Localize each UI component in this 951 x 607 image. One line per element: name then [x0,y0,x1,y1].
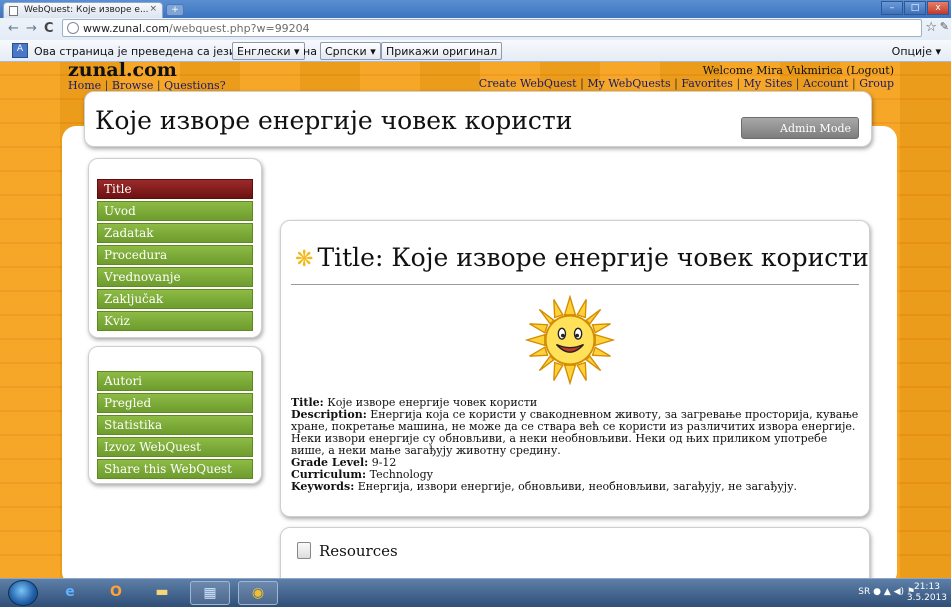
document-icon [297,542,311,559]
nav-separator: | [736,77,741,90]
section-menu: Title Uvod Zadatak Procedura Vrednovanje… [88,158,262,338]
help-icon[interactable]: ● [873,587,884,597]
admin-mode-button[interactable]: Admin Mode [741,117,859,139]
nav-separator: | [795,77,800,90]
my-sites-link[interactable]: My Sites [744,77,793,90]
section-heading: ❋ Title: Које изворе енергије човек корис… [295,243,869,272]
menu-item-procedura[interactable]: Procedura [97,245,253,265]
address-bar[interactable]: www.zunal.com/webquest.php?w=99204 [62,19,922,37]
group-link[interactable]: Group [859,77,894,90]
tab-close-icon[interactable]: × [149,4,157,14]
description-value: Енергија која се користи у свакодневном … [291,408,859,457]
translate-icon: A [12,43,28,58]
resources-heading: Resources [319,542,398,560]
menu-item-uvod[interactable]: Uvod [97,201,253,221]
outlook-icon[interactable]: O [96,581,136,605]
network-icon[interactable]: ▲ [884,587,894,597]
page-favicon-icon [9,6,18,16]
keywords-label: Keywords: [291,480,355,493]
account-link[interactable]: Account [803,77,848,90]
back-button[interactable]: ← [8,21,19,36]
menu-item-share[interactable]: Share this WebQuest [97,459,253,479]
menu-item-zakljucak[interactable]: Zaključak [97,289,253,309]
favorites-link[interactable]: Favorites [681,77,733,90]
maximize-button[interactable]: □ [904,1,926,15]
menu-item-zadatak[interactable]: Zadatak [97,223,253,243]
forward-button[interactable]: → [26,21,37,36]
control-panel-icon[interactable]: ▦ [190,581,230,605]
create-webquest-link[interactable]: Create WebQuest [479,77,577,90]
menu-item-pregled[interactable]: Pregled [97,393,253,413]
tab-title: WebQuest: Које изворе е... [24,5,149,15]
menu-item-statistika[interactable]: Statistika [97,415,253,435]
webquest-info: Title: Које изворе енергије човек корист… [291,397,861,493]
menu-item-title[interactable]: Title [97,179,253,199]
section-heading-text: Title: Које изворе енергије човек корист… [317,243,869,272]
internet-explorer-icon[interactable]: e [50,581,90,605]
volume-icon[interactable]: ◀) [894,587,907,597]
reload-button[interactable]: C [44,21,54,36]
clock-date: 3.5.2013 [906,593,947,603]
site-nav-right: Create WebQuest | My WebQuests | Favorit… [479,77,894,90]
flower-icon: ❋ [295,247,314,272]
menu-item-izvoz[interactable]: Izvoz WebQuest [97,437,253,457]
file-explorer-icon[interactable]: ▬ [142,581,182,605]
nav-separator: | [580,77,584,90]
url-path: /webquest.php?w=99204 [168,22,310,35]
menu-item-autori[interactable]: Autori [97,371,253,391]
to-language-select[interactable]: Српски ▾ [320,42,381,60]
nav-separator: | [851,77,856,90]
windows-taskbar: e O ▬ ▦ ◉ SR ● ▲ ◀) ⚑ 21:13 3.5.2013 [0,578,951,607]
menu-item-vrednovanje[interactable]: Vrednovanje [97,267,253,287]
globe-icon [67,22,79,34]
window-controls: – □ x [881,1,949,15]
keywords-value: Енергија, извори енергије, обновљиви, не… [357,480,798,493]
page-title: Које изворе енергије човек користи [95,106,573,135]
url-host: www.zunal.com [83,22,169,35]
clock-time: 21:13 [913,582,940,592]
close-window-button[interactable]: x [927,1,949,15]
wrench-icon[interactable]: ✎ [940,20,949,33]
tools-menu: Autori Pregled Statistika Izvoz WebQuest… [88,346,262,484]
smiling-sun-image [525,295,615,385]
show-original-button[interactable]: Прикажи оригинал [381,42,503,60]
chrome-icon[interactable]: ◉ [238,581,278,605]
system-clock[interactable]: 21:13 3.5.2013 [907,582,947,604]
menu-item-kviz[interactable]: Kviz [97,311,253,331]
window-titlebar: WebQuest: Које изворе е... × + – □ x [0,0,951,18]
from-language-select[interactable]: Енглески ▾ [232,42,305,60]
language-indicator[interactable]: SR [858,587,870,597]
browser-tab[interactable]: WebQuest: Које изворе е... × [3,2,163,18]
start-button[interactable] [8,580,38,606]
webquest-title-box: Које изворе енергије човек користи Admin… [84,91,872,147]
minimize-button[interactable]: – [881,1,903,15]
title-section: ❋ Title: Које изворе енергије човек корис… [280,220,870,517]
heading-divider [291,284,859,285]
translate-options-menu[interactable]: Опције ▾ [892,45,941,58]
translate-bar: A Ова страница је преведена са језика Ен… [0,40,951,62]
my-webquests-link[interactable]: My WebQuests [587,77,670,90]
new-tab-button[interactable]: + [166,4,184,16]
welcome-text[interactable]: Welcome Mira Vukmirica (Logout) [703,64,894,77]
translate-to-word: на [303,45,317,58]
bookmark-star-icon[interactable]: ☆ [925,20,937,35]
translate-message: Ова страница је преведена са језика [34,45,250,58]
nav-separator: | [674,77,678,90]
